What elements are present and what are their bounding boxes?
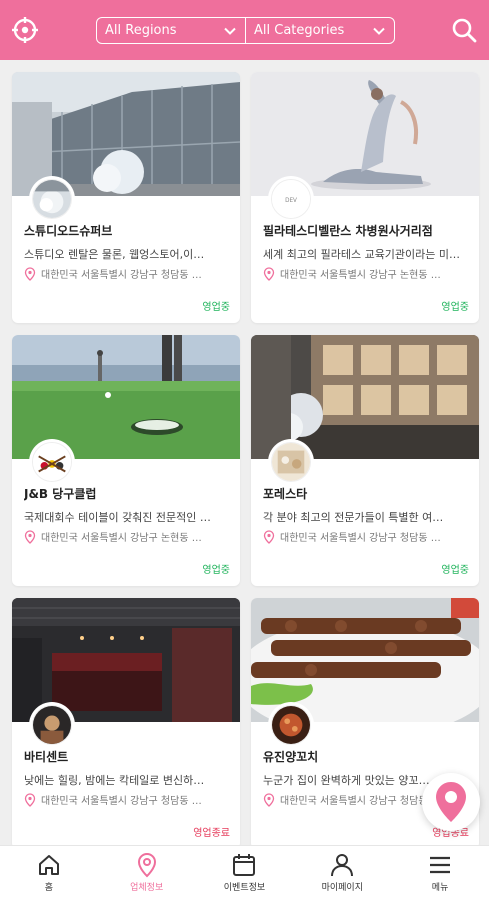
venue-card[interactable]: J&B 당구클럽 국제대회수 테이블이 갖춰진 전문적인 … 대한민국 서울특별… — [12, 335, 240, 586]
venue-card[interactable]: 스튜디오드슈퍼브 스튜디오 렌탈은 물론, 웹엉스토어,이… 대한민국 서울특별… — [12, 72, 240, 323]
venue-card[interactable]: 바티센트 낮에는 힐링, 밤에는 칵테일로 변신하… 대한민국 서울특별시 강남… — [12, 598, 240, 849]
location-pin-icon — [24, 266, 36, 281]
venue-title: 포레스타 — [263, 487, 308, 501]
venue-logo — [271, 442, 311, 482]
region-filter-select[interactable]: All Regions — [97, 18, 245, 43]
venue-address-text: 대한민국 서울특별시 강남구 논현동 … — [280, 270, 441, 281]
venue-title: J&B 당구클럽 — [24, 487, 97, 501]
venue-address: 대한민국 서울특별시 강남구 논현동 … — [24, 529, 230, 544]
venue-address-text: 대한민국 서울특별시 강남구 청담동 … — [280, 796, 441, 807]
venue-card[interactable]: DEV 필라테스디벨란스 차병원사거리점 세계 최고의 필라테스 교육기관이라는… — [251, 72, 479, 323]
venue-address-text: 대한민국 서울특별시 강남구 논현동 … — [41, 533, 202, 544]
category-filter-select[interactable]: All Categories — [245, 18, 394, 43]
venue-address-text: 대한민국 서울특별시 강남구 청담동 … — [41, 270, 202, 281]
venue-description: 세계 최고의 필라테스 교육기관이라는 미… — [263, 248, 461, 261]
location-pin-icon — [263, 266, 275, 281]
venue-logo: DEV — [271, 179, 311, 219]
menu-icon — [430, 856, 451, 874]
business-status: 영업중 — [441, 302, 469, 313]
venue-title: 유진양꼬치 — [263, 750, 319, 764]
nav-my-page[interactable]: 마이페이지 — [293, 846, 391, 900]
location-pin-icon — [24, 792, 36, 807]
region-filter-label: All Regions — [105, 23, 177, 38]
location-pin-icon — [263, 529, 275, 544]
business-status: 영업중 — [202, 565, 230, 576]
location-pin-icon — [263, 792, 275, 807]
venue-description: 각 분야 최고의 전문가들이 특별한 여… — [263, 511, 444, 524]
venue-address-text: 대한민국 서울특별시 강남구 청담동 … — [41, 796, 202, 807]
venue-card[interactable]: 포레스타 각 분야 최고의 전문가들이 특별한 여… 대한민국 서울특별시 강남… — [251, 335, 479, 586]
nav-event-info[interactable]: 이벤트정보 — [196, 846, 294, 900]
nav-label: 업체정보 — [130, 883, 164, 893]
calendar-icon — [233, 854, 256, 876]
nav-label: 메뉴 — [431, 883, 449, 893]
nav-home[interactable]: 홈 — [0, 846, 98, 900]
chevron-down-icon — [373, 27, 385, 35]
home-icon — [38, 855, 59, 875]
venue-title: 스튜디오드슈퍼브 — [24, 224, 113, 238]
app-screen: All Regions All Categories 스튜디오드슈퍼브 스튜디오… — [0, 0, 489, 900]
venue-description: 국제대회수 테이블이 갖춰진 전문적인 … — [24, 511, 211, 524]
location-pin-icon — [137, 852, 156, 878]
bottom-navigation: 홈 업체정보 이벤트정보 마이페이지 메뉴 — [0, 845, 489, 900]
venue-address: 대한민국 서울특별시 강남구 논현동 … — [263, 266, 469, 281]
nav-label: 홈 — [44, 883, 54, 893]
search-icon[interactable] — [450, 16, 478, 44]
nav-business-info[interactable]: 업체정보 — [98, 846, 196, 900]
chevron-down-icon — [224, 27, 236, 35]
venue-description: 낮에는 힐링, 밤에는 칵테일로 변신하… — [24, 774, 205, 787]
nav-label: 이벤트정보 — [223, 883, 266, 893]
category-filter-label: All Categories — [254, 23, 345, 38]
business-status: 영업종료 — [193, 828, 230, 839]
venue-logo — [271, 705, 311, 745]
venue-logo — [32, 705, 72, 745]
nav-menu[interactable]: 메뉴 — [391, 846, 489, 900]
svg-text:DEV: DEV — [285, 198, 297, 204]
location-pin-icon — [24, 529, 36, 544]
venue-title: 바티센트 — [24, 750, 69, 764]
venue-address: 대한민국 서울특별시 강남구 청담동 … — [24, 792, 230, 807]
map-view-button[interactable] — [422, 773, 480, 831]
nav-label: 마이페이지 — [321, 883, 363, 893]
venue-title: 필라테스디벨란스 차병원사거리점 — [263, 224, 433, 238]
venue-description: 스튜디오 렌탈은 물론, 웹엉스토어,이… — [24, 248, 205, 261]
business-status: 영업중 — [202, 302, 230, 313]
business-status: 영업중 — [441, 565, 469, 576]
map-pin-icon — [436, 782, 466, 822]
top-bar: All Regions All Categories — [0, 0, 489, 60]
venue-address: 대한민국 서울특별시 강남구 청담동 … — [24, 266, 230, 281]
user-icon — [331, 854, 354, 877]
target-location-icon[interactable] — [11, 16, 39, 44]
venue-logo — [32, 179, 72, 219]
venue-address-text: 대한민국 서울특별시 강남구 청담동 … — [280, 533, 441, 544]
venue-address: 대한민국 서울특별시 강남구 청담동 … — [263, 529, 469, 544]
filter-bar: All Regions All Categories — [96, 17, 395, 44]
venue-logo — [32, 442, 72, 482]
